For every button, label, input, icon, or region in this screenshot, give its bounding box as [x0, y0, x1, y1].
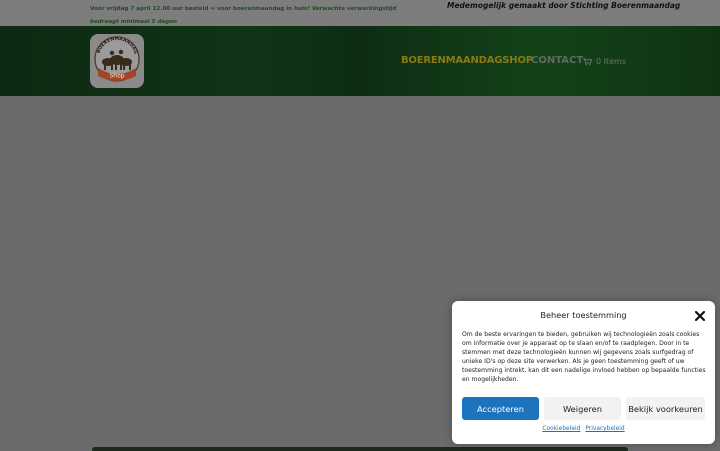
consent-message: Om de beste ervaringen te bieden, gebrui… — [462, 331, 706, 383]
accept-button[interactable]: Accepteren — [462, 397, 539, 420]
logo-shop-text: Shop — [109, 73, 124, 80]
cookie-consent-dialog: Beheer toestemming Om de beste ervaringe… — [452, 301, 715, 444]
close-icon[interactable] — [693, 308, 707, 322]
deny-button[interactable]: Weigeren — [544, 397, 621, 420]
site-header: BOERENMAANDAG Shop BOERENMAANDAGSHOP CON… — [0, 26, 720, 96]
nav-contact-link[interactable]: CONTACT — [531, 55, 583, 66]
consent-links: Cookiebeleid Privacybeleid — [452, 426, 715, 432]
cookie-policy-link[interactable]: Cookiebeleid — [542, 426, 580, 432]
privacy-policy-link[interactable]: Privacybeleid — [585, 426, 624, 432]
sponsor-text: Medemogelijk gemaakt door Stichting Boer… — [447, 1, 681, 10]
site-logo[interactable]: BOERENMAANDAG Shop — [90, 34, 144, 88]
cart-link[interactable]: 0 Items — [583, 57, 626, 66]
order-notice-bold: Voor vrijdag 7 april 12.00 uur besteld =… — [90, 6, 310, 12]
logo-graphic: BOERENMAANDAG Shop — [94, 36, 140, 82]
cart-icon — [583, 57, 592, 66]
content-bottom-edge — [92, 447, 628, 451]
top-bar: Voor vrijdag 7 april 12.00 uur besteld =… — [0, 0, 720, 26]
cart-count: 0 Items — [596, 57, 627, 66]
view-preferences-button[interactable]: Bekijk voorkeuren — [626, 397, 705, 420]
consent-title: Beheer toestemming — [540, 310, 627, 320]
nav-shop-link[interactable]: BOERENMAANDAGSHOP — [401, 55, 533, 66]
